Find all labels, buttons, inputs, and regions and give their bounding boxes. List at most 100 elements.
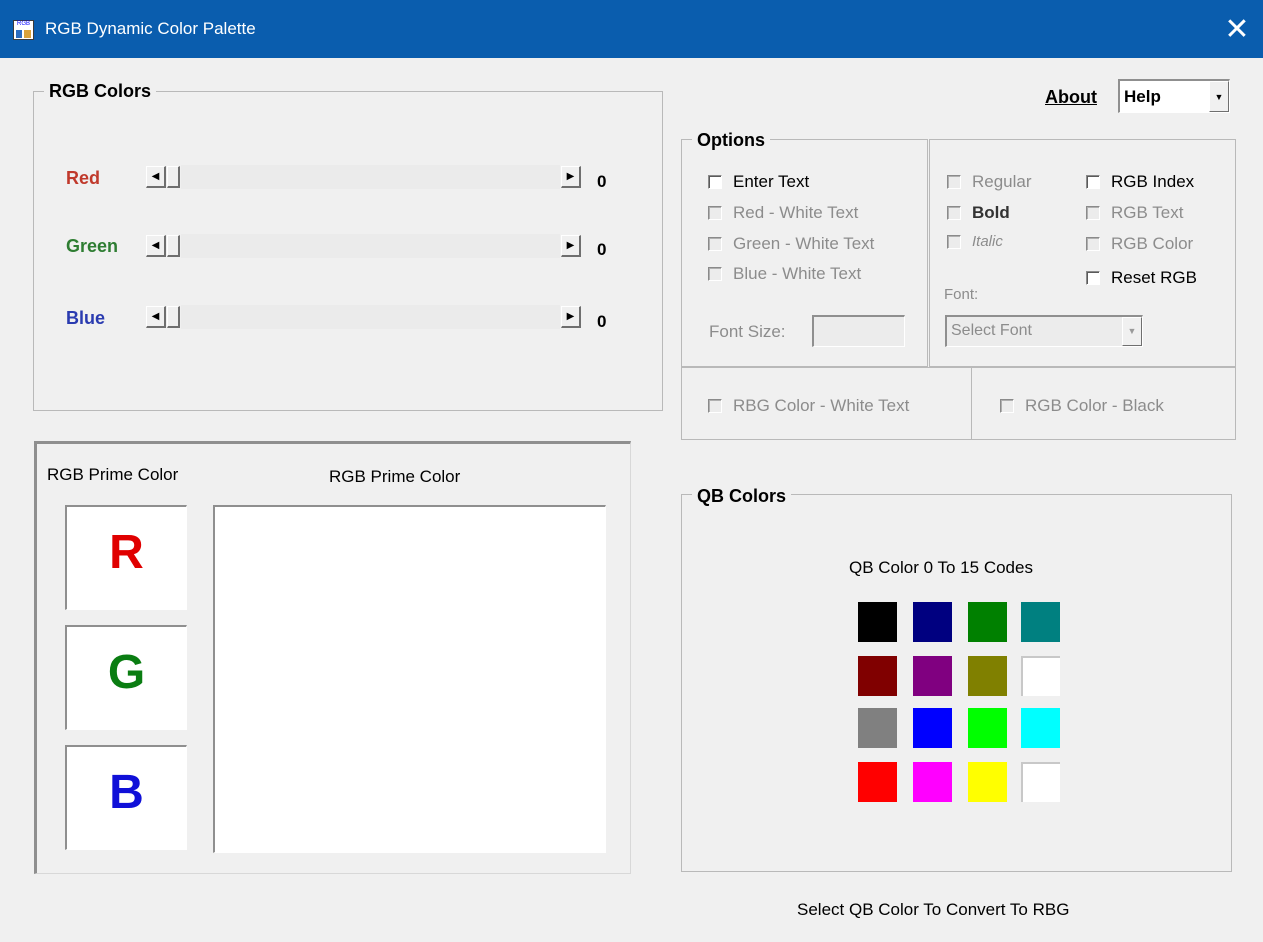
rgb-color-black-label: RGB Color - Black (1025, 396, 1164, 415)
font-select-value: Select Font (951, 322, 1032, 339)
checkbox-box[interactable] (1086, 175, 1100, 189)
qb-color-4-swatch[interactable] (858, 656, 897, 696)
prime-color-display (213, 505, 606, 853)
blue-value: 0 (597, 312, 607, 331)
qb-colors-caption: QB Color 0 To 15 Codes (849, 558, 1033, 577)
chevron-down-icon[interactable]: ▼ (1209, 81, 1229, 112)
help-dropdown-value: Help (1124, 87, 1161, 106)
checkbox-box[interactable] (1000, 399, 1014, 413)
close-icon[interactable]: ✕ (1219, 12, 1255, 48)
rgb-color-checkbox[interactable]: RGB Color (1086, 234, 1193, 254)
bold-label: Bold (972, 203, 1010, 222)
qb-color-2-swatch[interactable] (968, 602, 1007, 642)
rgb-colors-legend: RGB Colors (44, 81, 157, 102)
about-menu[interactable]: About (1045, 87, 1097, 108)
title-bar: RGB RGB Dynamic Color Palette ✕ (0, 0, 1263, 58)
bold-checkbox[interactable]: Bold (947, 203, 1010, 223)
prime-color-right-title: RGB Prime Color (329, 467, 461, 486)
checkbox-box[interactable] (947, 206, 961, 220)
red-label: Red (66, 168, 101, 188)
qb-color-1-swatch[interactable] (913, 602, 952, 642)
blue-scroll-right-button[interactable]: ▶ (561, 306, 581, 328)
reset-rgb-label: Reset RGB (1111, 268, 1197, 287)
prime-b-letter: B (109, 766, 144, 819)
prime-color-left-title: RGB Prime Color (47, 465, 179, 484)
green-scroll-thumb[interactable] (167, 235, 180, 257)
qb-color-5-swatch[interactable] (913, 656, 952, 696)
enter-text-label: Enter Text (733, 172, 810, 191)
blue-scroll-track[interactable] (181, 305, 560, 329)
checkbox-box[interactable] (947, 234, 961, 249)
blue-label: Blue (66, 308, 106, 328)
red-scroll-thumb[interactable] (167, 166, 180, 188)
help-dropdown[interactable]: Help ▼ (1118, 79, 1230, 113)
font-size-label: Font Size: (709, 322, 786, 341)
checkbox-box[interactable] (1086, 237, 1100, 251)
rgb-color-black-checkbox[interactable]: RGB Color - Black (1000, 396, 1164, 416)
qb-color-7-swatch[interactable] (1021, 656, 1060, 696)
rgb-text-label: RGB Text (1111, 203, 1184, 222)
checkbox-box[interactable] (708, 399, 722, 413)
rgb-index-checkbox[interactable]: RGB Index (1086, 172, 1194, 192)
qb-color-9-swatch[interactable] (913, 708, 952, 748)
red-white-text-label: Red - White Text (733, 203, 859, 222)
green-white-text-checkbox[interactable]: Green - White Text (708, 234, 874, 254)
qb-color-15-swatch[interactable] (1021, 762, 1060, 802)
qb-color-0-swatch[interactable] (858, 602, 897, 642)
chevron-down-icon[interactable]: ▼ (1122, 317, 1142, 346)
font-size-input[interactable] (812, 315, 905, 347)
checkbox-box[interactable] (708, 267, 722, 281)
regular-label: Regular (972, 172, 1032, 191)
rgb-text-checkbox[interactable]: RGB Text (1086, 203, 1183, 223)
checkbox-box[interactable] (947, 175, 961, 189)
checkbox-box[interactable] (708, 237, 722, 251)
qb-color-11-swatch[interactable] (1021, 708, 1060, 748)
rbg-color-white-text-checkbox[interactable]: RBG Color - White Text (708, 396, 909, 416)
prime-g-box: G (65, 625, 187, 730)
qb-color-10-swatch[interactable] (968, 708, 1007, 748)
qb-colors-frame (681, 494, 1232, 872)
green-white-text-label: Green - White Text (733, 234, 875, 253)
rbg-color-white-text-label: RBG Color - White Text (733, 396, 910, 415)
italic-label: Italic (972, 233, 1003, 250)
qb-color-3-swatch[interactable] (1021, 602, 1060, 642)
rgb-color-label: RGB Color (1111, 234, 1194, 253)
red-value: 0 (597, 172, 607, 191)
footer-hint: Select QB Color To Convert To RBG (797, 900, 1070, 919)
checkbox-box[interactable] (708, 206, 722, 220)
prime-r-letter: R (109, 526, 144, 579)
app-icon: RGB (13, 20, 34, 40)
red-scroll-track[interactable] (181, 165, 560, 189)
red-white-text-checkbox[interactable]: Red - White Text (708, 203, 858, 223)
italic-checkbox[interactable]: Italic (947, 233, 1003, 250)
checkbox-box[interactable] (1086, 206, 1100, 220)
green-scroll-right-button[interactable]: ▶ (561, 235, 581, 257)
blue-scroll-thumb[interactable] (167, 306, 180, 328)
green-scroll-track[interactable] (181, 234, 560, 258)
red-scroll-left-button[interactable]: ◀ (146, 166, 166, 188)
qb-color-6-swatch[interactable] (968, 656, 1007, 696)
reset-rgb-checkbox[interactable]: Reset RGB (1086, 268, 1197, 288)
prime-b-box: B (65, 745, 187, 850)
font-label: Font: (944, 286, 979, 303)
prime-g-letter: G (107, 646, 146, 699)
blue-white-text-checkbox[interactable]: Blue - White Text (708, 264, 861, 284)
qb-color-12-swatch[interactable] (858, 762, 897, 802)
options-legend: Options (692, 130, 770, 151)
checkbox-box[interactable] (1086, 271, 1100, 285)
green-label: Green (66, 236, 119, 256)
green-scroll-left-button[interactable]: ◀ (146, 235, 166, 257)
qb-color-8-swatch[interactable] (858, 708, 897, 748)
enter-text-checkbox[interactable]: Enter Text (708, 172, 809, 192)
red-scroll-right-button[interactable]: ▶ (561, 166, 581, 188)
blue-scroll-left-button[interactable]: ◀ (146, 306, 166, 328)
qb-color-14-swatch[interactable] (968, 762, 1007, 802)
window-title: RGB Dynamic Color Palette (45, 19, 256, 38)
prime-r-box: R (65, 505, 187, 610)
checkbox-box[interactable] (708, 175, 722, 189)
blue-white-text-label: Blue - White Text (733, 264, 862, 283)
font-select[interactable]: Select Font ▼ (945, 315, 1143, 347)
qb-color-13-swatch[interactable] (913, 762, 952, 802)
regular-checkbox[interactable]: Regular (947, 172, 1032, 192)
rgb-index-label: RGB Index (1111, 172, 1195, 191)
